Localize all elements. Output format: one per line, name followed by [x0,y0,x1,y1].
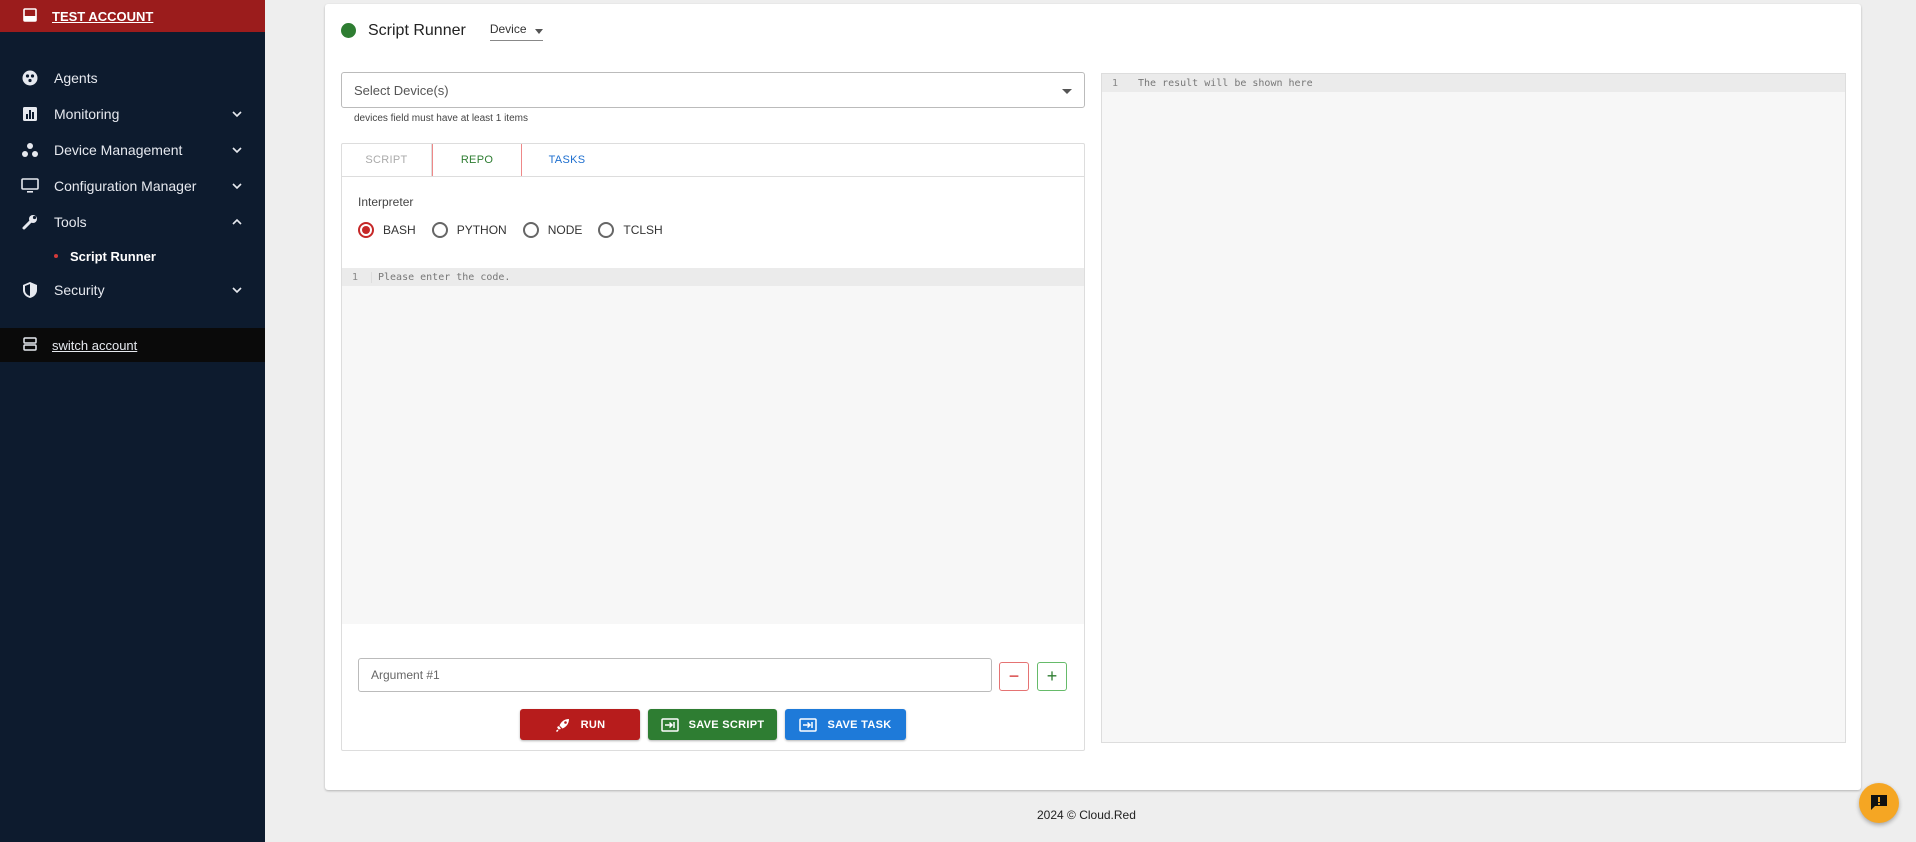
sidebar-item-device-management[interactable]: Device Management [0,132,265,168]
line-number: 1 [342,271,372,283]
sidebar-item-label: Security [54,282,105,298]
radio-bash[interactable]: BASH [358,222,416,238]
sidebar-item-label: Agents [54,70,98,86]
result-placeholder: The result will be shown here [1138,77,1313,89]
page-title: Script Runner [368,21,466,39]
argument-input[interactable]: Argument #1 [358,658,992,692]
radio-unchecked-icon [598,222,615,238]
result-line: 1 The result will be shown here [1102,74,1845,92]
sidebar-item-configuration-manager[interactable]: Configuration Manager [0,168,265,204]
sidebar-item-label: Tools [54,214,87,230]
caret-down-icon [534,28,543,34]
tab-bar: SCRIPT REPO TASKS [342,144,1084,177]
sidebar-subitem-script-runner[interactable]: Script Runner [0,240,265,272]
shield-icon [20,280,40,300]
add-argument-button[interactable]: + [1037,662,1067,691]
tab-tasks[interactable]: TASKS [522,144,612,176]
account-bar[interactable]: TEST ACCOUNT [0,0,265,32]
sidebar-item-label: Monitoring [54,106,120,122]
plus-icon: + [1046,666,1058,686]
line-number: 1 [1112,77,1119,89]
header: Script Runner Device [341,20,543,41]
minus-icon: − [1008,666,1020,686]
editor-line: 1 Please enter the code. [342,268,1084,286]
device-helper-text: devices field must have at least 1 items [354,113,528,124]
save-task-label: SAVE TASK [827,718,892,731]
footer-copyright: 2024 © Cloud.Red [1037,808,1136,822]
sidebar-subitem-label: Script Runner [70,248,156,264]
switch-account-bar[interactable]: switch account [0,328,265,362]
script-runner-card: Script Runner Device Select Device(s) de… [325,4,1861,790]
tab-repo[interactable]: REPO [432,144,522,176]
chevron-down-icon [229,282,245,298]
save-script-label: SAVE SCRIPT [688,718,765,731]
editor-placeholder: Please enter the code. [378,271,511,283]
status-indicator [341,23,356,38]
mode-select[interactable]: Device [489,20,543,41]
sidebar: TEST ACCOUNT Agents Monitoring Device Ma… [0,0,265,842]
radio-python[interactable]: PYTHON [431,222,507,238]
device-select[interactable]: Select Device(s) [341,72,1085,108]
sidebar-nav: Agents Monitoring Device Management Conf… [0,60,265,308]
run-label: RUN [580,718,606,731]
sidebar-item-security[interactable]: Security [0,272,265,308]
switch-account-link[interactable]: switch account [52,338,137,353]
radio-label: PYTHON [456,223,507,237]
sidebar-item-tools[interactable]: Tools [0,204,265,240]
sidebar-item-agents[interactable]: Agents [0,60,265,96]
radio-node[interactable]: NODE [522,222,583,238]
radio-label: NODE [547,223,583,237]
device-select-placeholder: Select Device(s) [354,82,449,98]
run-button[interactable]: RUN [520,709,640,740]
save-task-icon [799,717,818,732]
chevron-up-icon [229,214,245,230]
feedback-button[interactable] [1859,783,1899,823]
account-label[interactable]: TEST ACCOUNT [52,9,153,24]
chevron-down-icon [229,106,245,122]
radio-unchecked-icon [522,222,539,238]
radio-checked-icon [358,222,374,238]
save-task-button[interactable]: SAVE TASK [785,709,906,740]
monitor-icon [20,176,40,196]
agents-icon [20,68,40,88]
code-editor[interactable]: 1 Please enter the code. [342,268,1084,624]
remove-argument-button[interactable]: − [999,662,1029,691]
radio-unchecked-icon [431,222,448,238]
monitoring-icon [20,104,40,124]
sidebar-item-monitoring[interactable]: Monitoring [0,96,265,132]
account-icon [22,7,38,26]
caret-down-icon [1062,89,1072,94]
interpreter-label: Interpreter [358,195,414,209]
wrench-icon [20,212,40,232]
chevron-down-icon [229,178,245,194]
sidebar-item-label: Device Management [54,142,183,158]
save-script-icon [660,717,679,732]
save-script-button[interactable]: SAVE SCRIPT [648,709,777,740]
active-dot-icon [54,254,58,258]
mode-select-value: Device [489,22,527,36]
interpreter-radio-group: BASH PYTHON NODE TCLSH [358,222,679,238]
result-output[interactable]: 1 The result will be shown here [1101,73,1846,743]
sidebar-item-label: Configuration Manager [54,178,197,194]
device-management-icon [20,140,40,160]
rocket-icon [555,717,571,733]
chevron-down-icon [229,142,245,158]
script-panel: SCRIPT REPO TASKS Interpreter BASH PYTHO… [341,143,1085,751]
feedback-icon [1869,792,1889,815]
radio-tclsh[interactable]: TCLSH [598,222,663,238]
tab-script[interactable]: SCRIPT [342,144,432,176]
switch-account-icon [22,336,38,355]
argument-placeholder: Argument #1 [371,668,440,682]
radio-label: TCLSH [623,223,663,237]
radio-label: BASH [383,223,416,237]
